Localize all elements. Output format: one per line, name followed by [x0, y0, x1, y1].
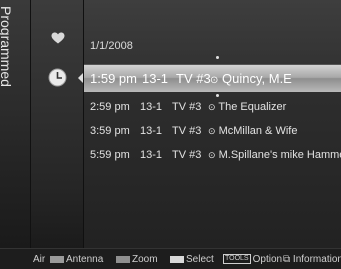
information-hint[interactable]: ⧉ Information	[283, 254, 341, 265]
row-title: Quincy, M.E	[222, 70, 292, 86]
bottom-help-bar: Air Antenna Zoom Select TOOLS Option ⧉ In…	[0, 248, 341, 269]
clock-icon: ⊙	[210, 74, 219, 86]
zoom-hint[interactable]: Zoom	[116, 254, 158, 265]
row-channel: 13-1	[140, 125, 163, 137]
green-key-icon	[116, 255, 130, 263]
air-label: Air	[33, 254, 46, 265]
row-time: 2:59 pm	[90, 101, 130, 113]
tab-label: Programmed	[0, 6, 14, 87]
list-item[interactable]: 3:59 pm 13-1 TV #3 ⊙ McMillan & Wife	[84, 120, 341, 142]
row-type: TV #3	[172, 101, 202, 113]
row-time: 5:59 pm	[90, 149, 130, 161]
list-date: 1/1/2008	[90, 40, 133, 52]
red-key-icon	[50, 255, 64, 263]
info-key-icon: ⧉	[283, 254, 291, 265]
row-type: TV #3	[172, 125, 202, 137]
row-channel: 13-1	[142, 70, 169, 86]
clock-icon: ⊙	[208, 102, 216, 112]
row-time: 1:59 pm	[90, 70, 137, 86]
row-title: The Equalizer	[218, 101, 287, 113]
row-type: TV #3	[176, 70, 211, 86]
clock-icon: ⊙	[208, 126, 216, 136]
programmed-list: 1/1/2008 1:59 pm 13-1 TV #3 ⊙ Quincy, M.…	[78, 0, 341, 248]
row-type: TV #3	[172, 149, 202, 161]
clock-icon[interactable]	[48, 68, 67, 87]
tools-key-icon: TOOLS	[223, 254, 251, 265]
clock-icon: ⊙	[208, 150, 216, 160]
select-hint[interactable]: Select	[170, 254, 214, 265]
icon-column	[31, 0, 84, 248]
row-channel: 13-1	[140, 101, 163, 113]
row-time: 3:59 pm	[90, 125, 130, 137]
list-item[interactable]: 2:59 pm 13-1 TV #3 ⊙ The Equalizer	[84, 96, 341, 118]
vertical-tab-programmed[interactable]: Programmed	[0, 0, 31, 248]
antenna-hint[interactable]: Antenna	[50, 254, 103, 265]
option-hint[interactable]: TOOLS Option	[223, 254, 282, 265]
row-channel: 13-1	[140, 149, 163, 161]
heart-icon[interactable]	[51, 32, 65, 44]
row-title: M.Spillane's mike Hamme	[218, 149, 341, 161]
divider-dot	[216, 56, 219, 59]
row-title: McMillan & Wife	[218, 125, 298, 137]
list-item-selected[interactable]: 1:59 pm 13-1 TV #3 ⊙ Quincy, M.E	[78, 64, 341, 92]
yellow-key-icon	[170, 255, 184, 263]
selection-arrow-icon	[78, 73, 83, 83]
list-item[interactable]: 5:59 pm 13-1 TV #3 ⊙ M.Spillane's mike H…	[84, 144, 341, 166]
